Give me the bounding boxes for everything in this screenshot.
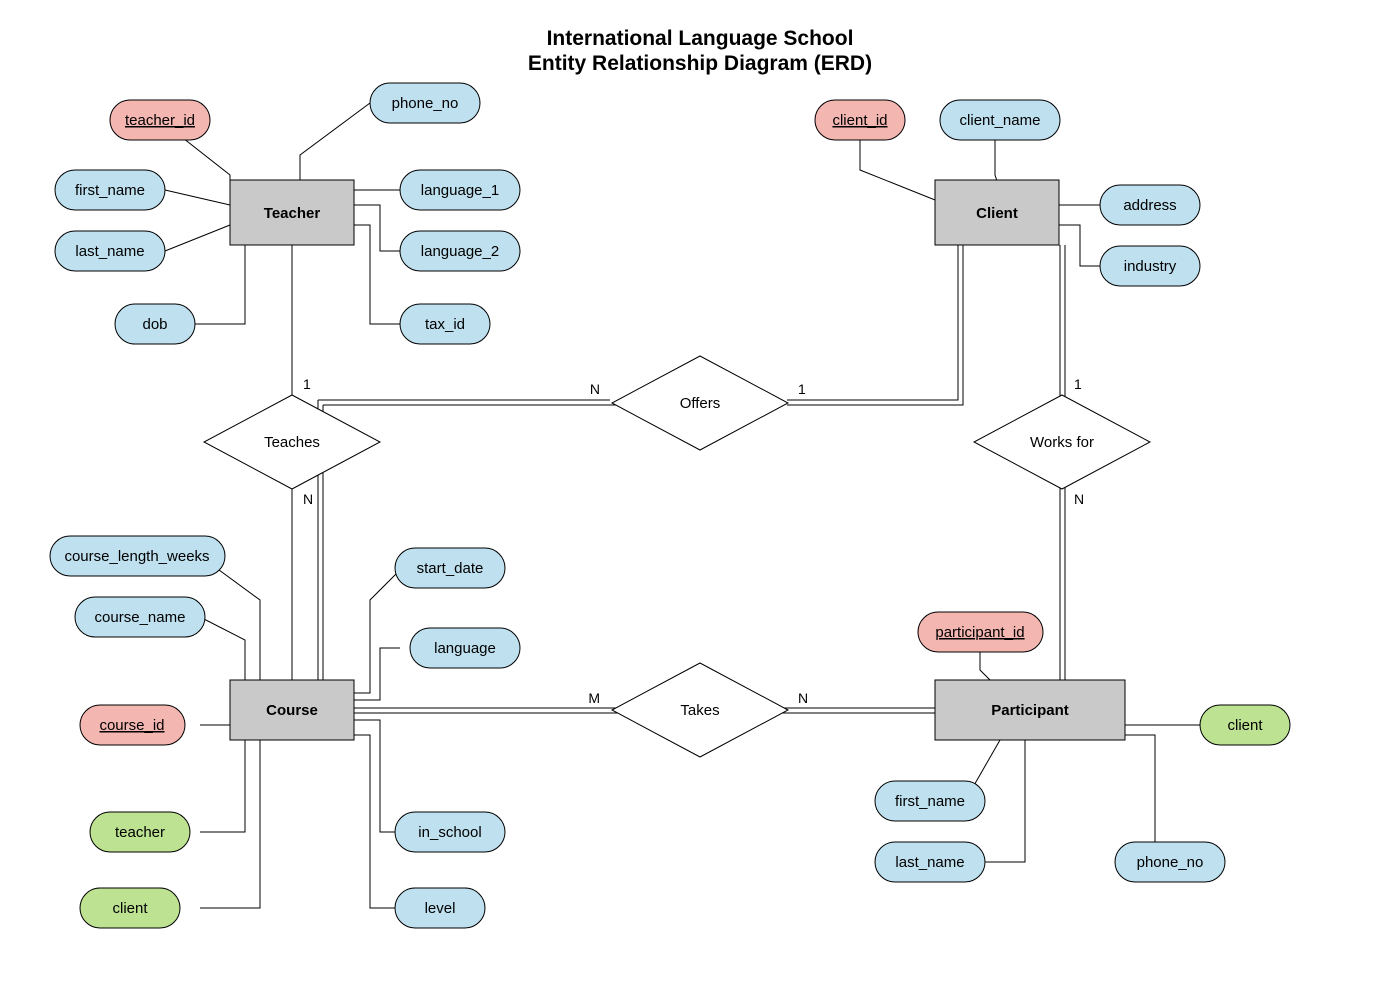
svg-text:Works for: Works for	[1030, 434, 1094, 451]
diagram-title-line2: Entity Relationship Diagram (ERD)	[528, 52, 872, 75]
attr-client-industry: industry	[1100, 246, 1200, 286]
entity-participant: Participant	[935, 680, 1125, 740]
attr-client-address: address	[1100, 185, 1200, 225]
svg-text:last_name: last_name	[75, 243, 144, 260]
svg-text:industry: industry	[1124, 258, 1177, 275]
svg-text:client_id: client_id	[832, 112, 887, 129]
diagram-title-line1: International Language School	[547, 27, 854, 50]
svg-text:address: address	[1123, 197, 1176, 214]
svg-text:course_name: course_name	[95, 609, 186, 626]
attr-participant-phone_no: phone_no	[1115, 842, 1225, 882]
attr-client-client_name: client_name	[940, 100, 1060, 140]
attr-participant-client: client	[1200, 705, 1290, 745]
attr-course-in_school: in_school	[395, 812, 505, 852]
relationship-offers: Offers	[612, 356, 788, 450]
entity-course: Course	[230, 680, 354, 740]
attr-course-language: language	[410, 628, 520, 668]
svg-text:in_school: in_school	[418, 824, 481, 841]
attr-teacher-dob: dob	[115, 304, 195, 344]
attr-course-client: client	[80, 888, 180, 928]
card-offers-left: N	[590, 381, 600, 397]
svg-text:course_id: course_id	[99, 717, 164, 734]
svg-text:first_name: first_name	[75, 182, 145, 199]
svg-text:first_name: first_name	[895, 793, 965, 810]
svg-text:language: language	[434, 640, 496, 657]
svg-text:start_date: start_date	[417, 560, 484, 577]
card-worksfor-bottom: N	[1074, 491, 1084, 507]
svg-text:language_1: language_1	[421, 182, 499, 199]
card-worksfor-top: 1	[1074, 376, 1082, 392]
svg-text:client_name: client_name	[960, 112, 1041, 129]
card-takes-right: N	[798, 690, 808, 706]
svg-text:last_name: last_name	[895, 854, 964, 871]
entity-teacher: Teacher	[230, 180, 354, 245]
card-teaches-top: 1	[303, 376, 311, 392]
attr-teacher-first_name: first_name	[55, 170, 165, 210]
attr-teacher-last_name: last_name	[55, 231, 165, 271]
attr-course-level: level	[395, 888, 485, 928]
attr-client-client_id: client_id	[815, 100, 905, 140]
svg-text:dob: dob	[142, 316, 167, 333]
attr-teacher-language_1: language_1	[400, 170, 520, 210]
attr-teacher-phone_no: phone_no	[370, 83, 480, 123]
svg-text:language_2: language_2	[421, 243, 499, 260]
relationship-teaches: Teaches	[204, 395, 380, 489]
attr-course-course_name: course_name	[75, 597, 205, 637]
card-teaches-bottom: N	[303, 491, 313, 507]
svg-text:client: client	[112, 900, 148, 917]
svg-text:course_length_weeks: course_length_weeks	[64, 548, 209, 565]
attr-course-start_date: start_date	[395, 548, 505, 588]
attr-participant-last_name: last_name	[875, 842, 985, 882]
attr-course-teacher: teacher	[90, 812, 190, 852]
svg-text:level: level	[425, 900, 456, 917]
svg-text:phone_no: phone_no	[392, 95, 459, 112]
svg-text:Teaches: Teaches	[264, 434, 320, 451]
svg-text:Offers: Offers	[680, 395, 721, 412]
attr-teacher-teacher_id: teacher_id	[110, 100, 210, 140]
relationship-worksfor: Works for	[974, 395, 1150, 489]
card-offers-right: 1	[798, 381, 806, 397]
svg-text:Takes: Takes	[680, 702, 719, 719]
attr-participant-participant_id: participant_id	[918, 612, 1043, 652]
card-takes-left: M	[588, 690, 600, 706]
svg-text:client: client	[1227, 717, 1263, 734]
svg-text:Course: Course	[266, 702, 318, 719]
svg-text:Client: Client	[976, 205, 1018, 222]
attr-teacher-language_2: language_2	[400, 231, 520, 271]
erd-canvas: International Language School Entity Rel…	[0, 0, 1400, 988]
svg-text:phone_no: phone_no	[1137, 854, 1204, 871]
attr-course-course_length_weeks: course_length_weeks	[50, 536, 225, 576]
svg-text:teacher: teacher	[115, 824, 165, 841]
svg-text:Teacher: Teacher	[264, 205, 321, 222]
svg-text:participant_id: participant_id	[935, 624, 1024, 641]
attr-course-course_id: course_id	[80, 705, 185, 745]
relationship-takes: Takes	[612, 663, 788, 757]
attr-participant-first_name: first_name	[875, 781, 985, 821]
svg-text:Participant: Participant	[991, 702, 1069, 719]
svg-text:teacher_id: teacher_id	[125, 112, 195, 129]
attr-teacher-tax_id: tax_id	[400, 304, 490, 344]
entity-client: Client	[935, 180, 1059, 245]
svg-text:tax_id: tax_id	[425, 316, 465, 333]
